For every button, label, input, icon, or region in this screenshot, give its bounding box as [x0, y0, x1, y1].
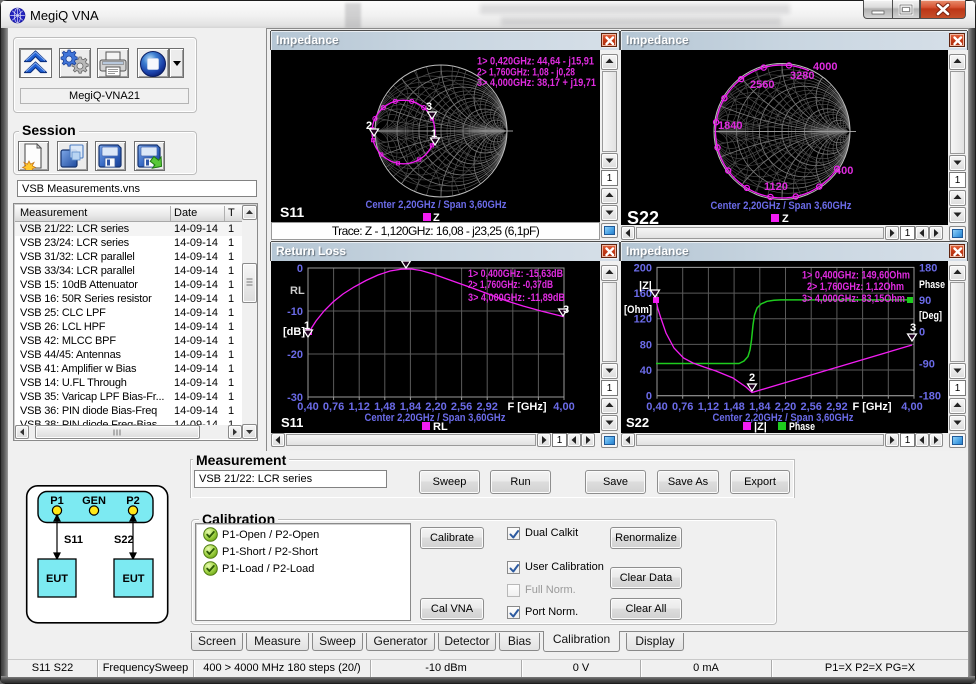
svg-text:S22: S22 — [627, 208, 659, 225]
svg-text:1120: 1120 — [764, 181, 788, 193]
svg-text:2> 1,760GHz: -0,37dB: 2> 1,760GHz: -0,37dB — [468, 279, 553, 291]
svg-text:0: 0 — [919, 327, 925, 339]
svg-text:3: 3 — [563, 304, 569, 316]
svg-text:RL: RL — [290, 285, 305, 297]
svg-text:GEN: GEN — [82, 495, 106, 507]
svg-text:80: 80 — [640, 339, 652, 351]
svg-text:|Z|: |Z| — [754, 421, 767, 433]
svg-text:400: 400 — [835, 165, 853, 177]
svg-text:S11: S11 — [280, 204, 304, 220]
svg-text:0,76: 0,76 — [672, 401, 693, 413]
svg-text:[Deg]: [Deg] — [919, 310, 942, 322]
svg-text:1840: 1840 — [718, 120, 742, 132]
svg-text:180: 180 — [919, 262, 937, 274]
svg-text:Z: Z — [782, 213, 789, 225]
svg-text:S11: S11 — [281, 415, 303, 430]
svg-text:90: 90 — [919, 295, 931, 307]
svg-text:S22: S22 — [114, 534, 134, 546]
svg-text:2: 2 — [749, 372, 755, 384]
svg-text:2> 1,760GHz: 1,12Ohm: 2> 1,760GHz: 1,12Ohm — [807, 281, 904, 293]
svg-text:Center 2,20GHz / Span 3,60GHz: Center 2,20GHz / Span 3,60GHz — [366, 199, 507, 211]
svg-text:4000: 4000 — [813, 61, 837, 73]
svg-text:Phase: Phase — [919, 279, 945, 291]
svg-text:P2: P2 — [126, 495, 139, 507]
svg-text:[dB]: [dB] — [283, 326, 305, 338]
svg-text:3> 4,000GHz: -11,89dB: 3> 4,000GHz: -11,89dB — [468, 292, 565, 304]
svg-text:[Ohm]: [Ohm] — [624, 304, 652, 316]
svg-text:2560: 2560 — [750, 79, 774, 91]
svg-text:RL: RL — [433, 421, 448, 433]
svg-text:0,40: 0,40 — [646, 401, 667, 413]
svg-text:4,00: 4,00 — [901, 401, 922, 413]
svg-text:0,40: 0,40 — [297, 401, 318, 413]
svg-text:S22: S22 — [626, 415, 649, 430]
svg-text:3: 3 — [910, 322, 916, 334]
svg-text:EUT: EUT — [46, 573, 68, 585]
svg-text:EUT: EUT — [123, 573, 145, 585]
svg-text:F [GHz]: F [GHz] — [507, 401, 546, 413]
svg-text:3> 4,000GHz: 83,15Ohm: 3> 4,000GHz: 83,15Ohm — [802, 293, 905, 305]
svg-text:-20: -20 — [287, 349, 303, 361]
svg-text:40: 40 — [640, 365, 652, 377]
svg-text:0: 0 — [297, 263, 303, 275]
svg-text:1> 0,400GHz: 149,60Ohm: 1> 0,400GHz: 149,60Ohm — [802, 270, 910, 282]
svg-text:1: 1 — [431, 128, 437, 140]
svg-text:-10: -10 — [287, 306, 303, 318]
svg-text:200: 200 — [634, 262, 652, 274]
svg-text:S11: S11 — [64, 534, 83, 546]
svg-text:2: 2 — [366, 120, 372, 132]
svg-text:3: 3 — [426, 101, 432, 113]
svg-text:Phase: Phase — [789, 421, 815, 433]
svg-text:Center 2,20GHz / Span 3,60GHz: Center 2,20GHz / Span 3,60GHz — [711, 200, 852, 212]
svg-text:P1: P1 — [50, 495, 63, 507]
svg-text:3> 4,000GHz: 38,17 + j19,71: 3> 4,000GHz: 38,17 + j19,71 — [477, 77, 596, 89]
svg-text:1: 1 — [304, 320, 310, 332]
svg-text:-90: -90 — [919, 359, 935, 371]
svg-text:4,00: 4,00 — [553, 401, 574, 413]
svg-text:3280: 3280 — [790, 70, 814, 82]
svg-text:0,76: 0,76 — [323, 401, 344, 413]
svg-text:F [GHz]: F [GHz] — [852, 401, 891, 413]
